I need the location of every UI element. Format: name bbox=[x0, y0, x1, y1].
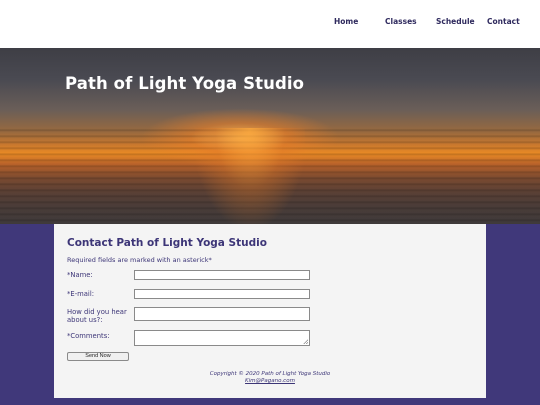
comments-label: *Comments: bbox=[67, 332, 110, 340]
required-note: Required fields are marked with an aster… bbox=[67, 256, 212, 264]
name-field[interactable] bbox=[134, 270, 310, 280]
how-heard-field[interactable] bbox=[134, 307, 310, 321]
nav-schedule-link[interactable]: Schedule bbox=[436, 17, 475, 26]
footer-email-link[interactable]: Kim@Pagano.com bbox=[54, 378, 486, 384]
contact-panel: Contact Path of Light Yoga Studio Requir… bbox=[54, 224, 486, 398]
send-now-button[interactable]: Send Now bbox=[67, 352, 129, 361]
nav-home-link[interactable]: Home bbox=[334, 17, 358, 26]
hero-sunset-image: Path of Light Yoga Studio bbox=[0, 48, 540, 224]
comments-textarea[interactable] bbox=[134, 330, 310, 346]
nav-contact-link[interactable]: Contact bbox=[487, 17, 520, 26]
name-label: *Name: bbox=[67, 271, 93, 279]
nav-classes-link[interactable]: Classes bbox=[385, 17, 417, 26]
footer-copyright: Copyright © 2020 Path of Light Yoga Stud… bbox=[209, 371, 331, 377]
email-label: *E-mail: bbox=[67, 290, 94, 298]
page-title: Contact Path of Light Yoga Studio bbox=[67, 237, 267, 249]
resize-handle-icon[interactable] bbox=[303, 339, 308, 344]
site-title: Path of Light Yoga Studio bbox=[65, 74, 305, 93]
top-navbar: Home Classes Schedule Contact bbox=[0, 0, 540, 48]
email-field[interactable] bbox=[134, 289, 310, 299]
how-heard-label: How did you hear about us?: bbox=[67, 308, 127, 324]
sun-reflection bbox=[195, 128, 305, 224]
